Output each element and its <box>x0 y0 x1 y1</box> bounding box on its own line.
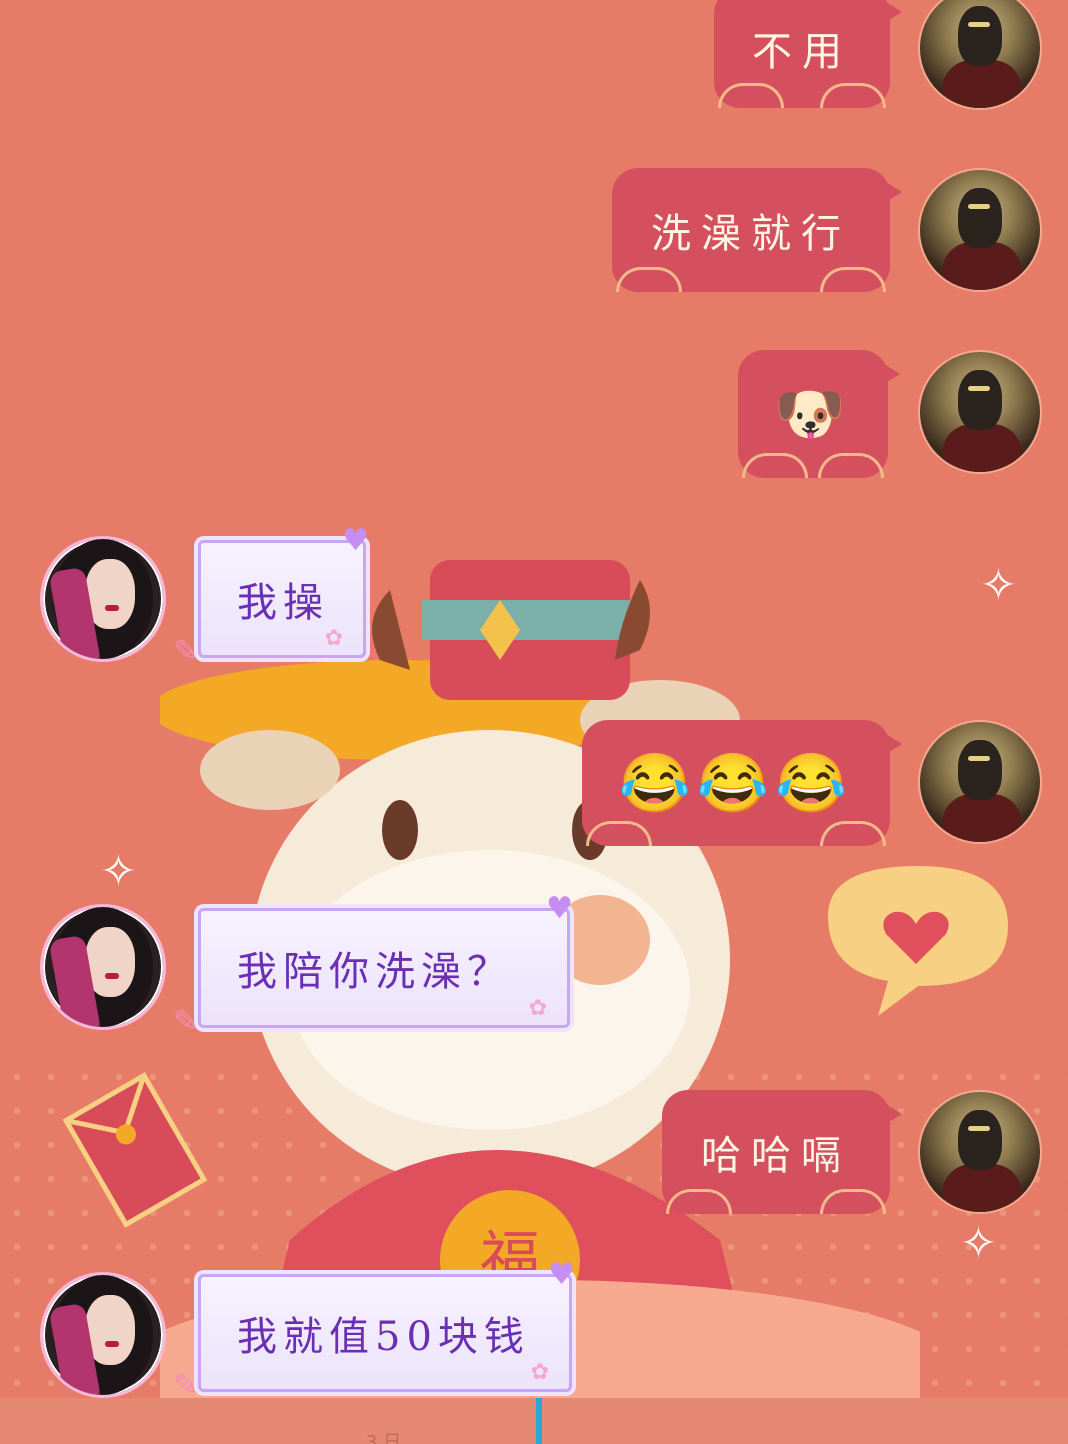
cloud-ornament <box>586 821 652 846</box>
star-icon: ✿ <box>530 1360 555 1385</box>
heart-bubble-decoration <box>828 866 1008 1016</box>
message-bubble[interactable]: 🐶 <box>738 350 900 478</box>
cloud-ornament <box>820 1189 886 1214</box>
cloud-ornament <box>718 83 784 108</box>
message-bubble[interactable]: 我就值50块钱 ♥ ✿ ✎ <box>173 1257 575 1403</box>
message-text: 我陪你洗澡？ <box>237 949 513 995</box>
message-text: 不用 <box>752 29 852 75</box>
heart-icon: ♥ <box>548 1257 581 1292</box>
avatar-me[interactable] <box>918 1090 1042 1214</box>
message-bubble[interactable]: 我陪你洗澡？ ♥ ✿ ✎ <box>173 891 573 1039</box>
heart-icon: ♥ <box>546 891 579 926</box>
sparkle-icon: ✧ <box>960 1218 997 1269</box>
message-bubble[interactable]: 不用 <box>714 0 902 108</box>
star-icon: ✿ <box>324 626 349 651</box>
message-bubble[interactable]: 😂😂😂 <box>582 720 902 846</box>
cloud-ornament <box>820 821 886 846</box>
cloud-ornament <box>616 267 682 292</box>
pencil-icon: ✎ <box>173 1004 205 1039</box>
message-text: 我操 <box>237 580 329 626</box>
avatar-me[interactable] <box>918 350 1042 474</box>
avatar-me[interactable] <box>918 168 1042 292</box>
message-bubble[interactable]: 洗澡就行 <box>612 168 902 292</box>
cloud-ornament <box>818 453 884 478</box>
message-bubble[interactable]: 我操 ♥ ✿ ✎ <box>173 523 369 669</box>
bottom-bar <box>0 1398 1068 1444</box>
avatar-her[interactable] <box>40 904 166 1030</box>
text-cursor <box>536 1398 542 1444</box>
avatar-me[interactable] <box>918 720 1042 844</box>
laugh-cry-emoji: 😂😂😂 <box>618 748 854 817</box>
avatar-me[interactable] <box>918 0 1042 110</box>
cloud-ornament <box>742 453 808 478</box>
message-bubble[interactable]: 哈哈嗝 <box>662 1090 902 1214</box>
avatar-her[interactable] <box>40 1272 166 1398</box>
cloud-ornament <box>666 1189 732 1214</box>
message-text: 洗澡就行 <box>651 211 851 257</box>
sparkle-icon: ✧ <box>100 846 137 897</box>
cloud-ornament <box>820 267 886 292</box>
red-envelope-decoration <box>62 1072 208 1228</box>
heart-icon: ♥ <box>342 523 375 558</box>
cloud-ornament <box>820 83 886 108</box>
shiba-emoji: 🐶 <box>773 379 853 448</box>
bottom-status-text: 3 日 <box>366 1432 402 1444</box>
message-text: 我就值50块钱 <box>237 1314 530 1360</box>
message-text: 哈哈嗝 <box>701 1133 851 1179</box>
pencil-icon: ✎ <box>173 634 205 669</box>
avatar-her[interactable] <box>40 536 166 662</box>
sparkle-icon: ✧ <box>980 560 1017 611</box>
chat-background: 福 ✧ ✧ ✧ 不用 洗澡就行 🐶 我操 ♥ ✿ ✎ 😂😂😂 我陪你洗澡？ ♥ … <box>0 0 1068 1444</box>
star-icon: ✿ <box>528 996 553 1021</box>
